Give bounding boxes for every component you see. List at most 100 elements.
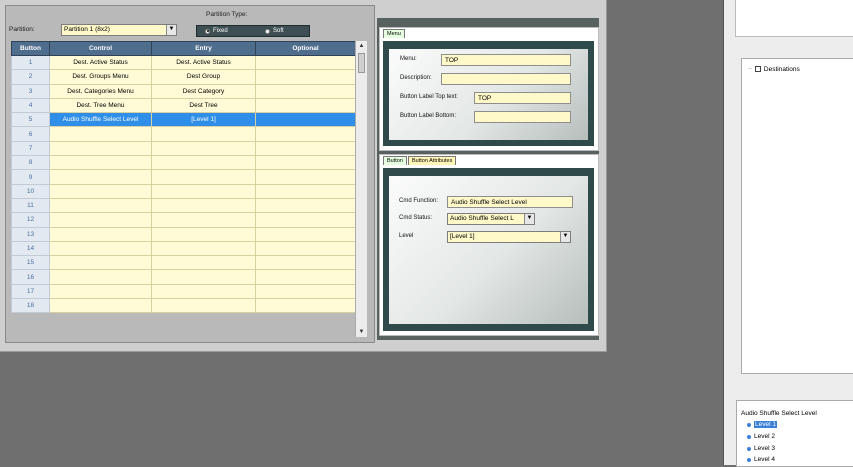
table-row[interactable]: 1 Dest. Active Status Dest. Active Status [11,54,356,71]
table-row[interactable]: 18 [11,298,356,314]
cell-control[interactable]: Audio Shuffle Select Level [49,112,152,128]
cell-entry[interactable] [151,226,256,242]
row-number[interactable]: 3 [11,83,50,99]
radio-soft[interactable]: Soft [265,28,284,34]
table-row[interactable]: 11 [11,197,356,214]
row-number[interactable]: 9 [11,169,50,185]
tab-menu[interactable]: Menu [383,29,405,38]
table-row[interactable]: 14 [11,240,356,257]
cmd-function-field[interactable]: Audio Shuffle Select Level [447,196,573,208]
cell-control[interactable]: Dest. Active Status [49,54,152,71]
cell-control[interactable] [49,283,152,300]
chevron-down-icon[interactable]: ▼ [560,232,570,242]
table-row[interactable]: 12 [11,212,356,228]
description-field[interactable] [441,73,571,85]
bottom-text-field[interactable] [474,111,571,123]
cell-entry[interactable]: [Level 1] [151,112,256,128]
cell-control[interactable]: Dest. Tree Menu [49,97,152,114]
row-number[interactable]: 12 [11,212,50,228]
list-item-level-4[interactable]: Level 4 [747,456,775,463]
row-number[interactable]: 7 [11,140,50,157]
row-number[interactable]: 4 [11,97,50,114]
row-number[interactable]: 11 [11,197,50,214]
row-number[interactable]: 8 [11,155,50,171]
cell-entry[interactable] [151,240,256,257]
column-header-button[interactable]: Button [11,41,50,56]
cell-optional[interactable] [255,269,356,285]
table-row[interactable]: 6 [11,126,356,142]
cell-entry[interactable]: Dest Category [151,83,256,99]
cell-entry[interactable] [151,283,256,300]
cell-entry[interactable] [151,212,256,228]
chevron-down-icon[interactable]: ▼ [524,214,534,224]
table-row[interactable]: 5 Audio Shuffle Select Level [Level 1] [11,112,356,128]
cell-optional[interactable] [255,240,356,257]
checkbox-icon[interactable] [754,66,761,72]
cell-optional[interactable] [255,169,356,185]
cell-control[interactable] [49,140,152,157]
row-number[interactable]: 17 [11,283,50,300]
menu-field[interactable]: TOP [441,54,571,66]
partition-select[interactable]: Partition 1 (8x2) ▼ [61,24,177,36]
table-row[interactable]: 10 [11,183,356,199]
row-number[interactable]: 5 [11,112,50,128]
table-row[interactable]: 9 [11,169,356,185]
row-number[interactable]: 13 [11,226,50,242]
column-header-optional[interactable]: Optional [255,41,356,56]
cell-control[interactable] [49,240,152,257]
table-row[interactable]: 13 [11,226,356,242]
cell-control[interactable] [49,155,152,171]
cell-control[interactable] [49,183,152,199]
table-row[interactable]: 16 [11,269,356,285]
table-row[interactable]: 7 [11,140,356,157]
cell-optional[interactable] [255,69,356,85]
cell-entry[interactable] [151,140,256,157]
list-item-level-2[interactable]: Level 2 [747,433,775,440]
cell-control[interactable] [49,197,152,214]
chevron-down-icon[interactable]: ▼ [166,25,176,35]
cell-optional[interactable] [255,126,356,142]
cell-control[interactable] [49,169,152,185]
cell-control[interactable] [49,126,152,142]
cmd-status-select[interactable]: Audio Shuffle Select L ▼ [447,213,535,225]
cell-optional[interactable] [255,155,356,171]
table-row[interactable]: 3 Dest. Categories Menu Dest Category [11,83,356,99]
table-row[interactable]: 2 Dest. Groups Menu Dest Group [11,69,356,85]
cell-optional[interactable] [255,255,356,271]
destination-tree[interactable]: ┄ Destinations [741,58,853,374]
table-row[interactable]: 17 [11,283,356,300]
cell-optional[interactable] [255,212,356,228]
table-row[interactable]: 8 [11,155,356,171]
cell-optional[interactable] [255,298,356,314]
cell-optional[interactable] [255,54,356,71]
table-row[interactable]: 15 [11,255,356,271]
cell-optional[interactable] [255,97,356,114]
tab-button[interactable]: Button [383,156,407,165]
row-number[interactable]: 2 [11,69,50,85]
column-header-entry[interactable]: Entry [151,41,256,56]
cell-control[interactable]: Dest. Groups Menu [49,69,152,85]
column-header-control[interactable]: Control [49,41,152,56]
cell-entry[interactable]: Dest. Active Status [151,54,256,71]
cell-entry[interactable] [151,269,256,285]
row-number[interactable]: 16 [11,269,50,285]
cell-optional[interactable] [255,83,356,99]
row-number[interactable]: 14 [11,240,50,257]
list-item-level-1[interactable]: Level 1 [747,421,777,428]
radio-fixed[interactable]: Fixed [205,28,228,34]
level-select[interactable]: [Level 1] ▼ [447,231,571,243]
scroll-down-icon[interactable]: ▼ [356,327,367,337]
cell-entry[interactable] [151,169,256,185]
cell-control[interactable] [49,298,152,314]
cell-control[interactable] [49,226,152,242]
cell-entry[interactable] [151,155,256,171]
tree-item-destinations[interactable]: ┄ Destinations [748,65,800,74]
row-number[interactable]: 6 [11,126,50,142]
scroll-up-icon[interactable]: ▲ [356,41,367,51]
level-list[interactable]: Audio Shuffle Select Level Level 1 Level… [736,400,853,467]
cell-entry[interactable]: Dest Group [151,69,256,85]
cell-entry[interactable] [151,255,256,271]
cell-control[interactable] [49,255,152,271]
cell-optional[interactable] [255,283,356,300]
cell-entry[interactable]: Dest Tree [151,97,256,114]
